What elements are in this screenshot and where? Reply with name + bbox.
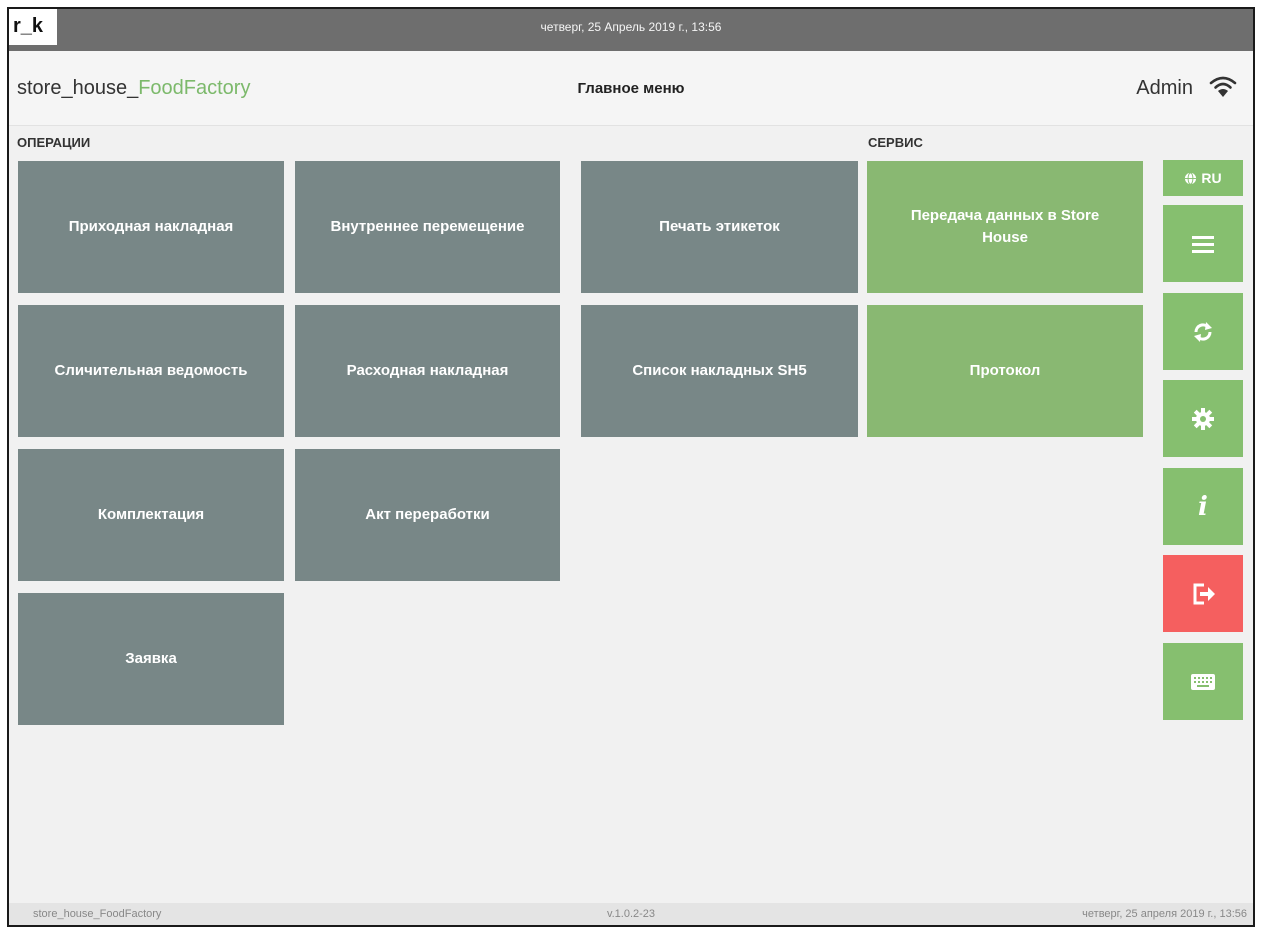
logout-button[interactable] — [1163, 555, 1243, 632]
tile-processing-act[interactable]: Акт переработки — [295, 449, 560, 581]
header: store_house_FoodFactory Главное меню Adm… — [9, 51, 1253, 126]
top-bar: r_k четверг, 25 Апрель 2019 г., 13:56 — [9, 9, 1253, 51]
tile-outgoing-invoice[interactable]: Расходная накладная — [295, 305, 560, 437]
footer-version: v.1.0.2-23 — [606, 908, 656, 920]
tile-internal-transfer[interactable]: Внутреннее перемещение — [295, 161, 560, 293]
footer-datetime: четверг, 25 апреля 2019 г., 13:56 — [1082, 908, 1247, 920]
settings-button[interactable] — [1163, 380, 1243, 457]
section-service: СЕРВИС — [868, 135, 923, 150]
language-label: RU — [1201, 170, 1222, 186]
section-operations: ОПЕРАЦИИ — [17, 135, 91, 150]
page-title: Главное меню — [577, 80, 685, 97]
wifi-icon — [1209, 76, 1237, 97]
tile-invoice-list[interactable]: Список накладных SH5 — [581, 305, 858, 437]
language-button[interactable]: RU — [1163, 160, 1243, 196]
sync-button[interactable] — [1163, 293, 1243, 370]
keyboard-icon — [1191, 673, 1215, 690]
tile-assembly[interactable]: Комплектация — [18, 449, 284, 581]
tile-request[interactable]: Заявка — [18, 593, 284, 725]
top-datetime: четверг, 25 Апрель 2019 г., 13:56 — [540, 20, 722, 34]
tile-incoming-invoice[interactable]: Приходная накладная — [18, 161, 284, 293]
menu-icon — [1192, 235, 1214, 253]
tile-inventory-sheet[interactable]: Сличительная ведомость — [18, 305, 284, 437]
globe-icon — [1185, 171, 1197, 185]
app-window: r_k четверг, 25 Апрель 2019 г., 13:56 st… — [7, 7, 1255, 927]
user-name[interactable]: Admin — [1136, 77, 1193, 100]
keyboard-button[interactable] — [1163, 643, 1243, 720]
gear-icon — [1192, 407, 1214, 430]
info-icon: i — [1198, 491, 1208, 522]
footer: store_house_FoodFactory v.1.0.2-23 четве… — [9, 903, 1253, 925]
sync-icon — [1194, 321, 1212, 342]
menu-button[interactable] — [1163, 205, 1243, 282]
tile-label-print[interactable]: Печать этикеток — [581, 161, 858, 293]
tile-log[interactable]: Протокол — [867, 305, 1143, 437]
info-button[interactable]: i — [1163, 468, 1243, 545]
logout-icon — [1193, 583, 1215, 604]
tile-data-transfer[interactable]: Передача данных в Store House — [867, 161, 1143, 293]
